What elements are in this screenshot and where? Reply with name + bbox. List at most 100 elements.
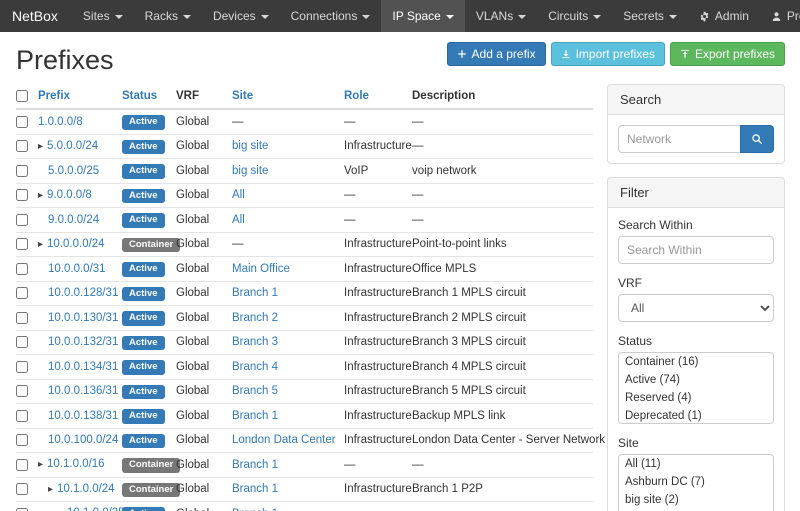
row-checkbox[interactable]	[16, 410, 28, 422]
expand-arrow-icon[interactable]: ▸	[38, 239, 43, 250]
listbox-option[interactable]: big site (2)	[619, 491, 773, 509]
listbox-option[interactable]: Container (16)	[619, 353, 773, 371]
site-cell: big site	[232, 134, 344, 159]
status-listbox[interactable]: Container (16)Active (74)Reserved (4)Dep…	[618, 352, 774, 424]
prefix-link[interactable]: 10.1.0.0/24	[57, 483, 115, 495]
row-checkbox[interactable]	[16, 165, 28, 177]
nav-item-circuits[interactable]: Circuits	[537, 0, 612, 32]
prefix-cell: 10.0.0.136/31	[38, 379, 122, 404]
search-within-input[interactable]	[618, 236, 774, 264]
prefix-link[interactable]: 5.0.0.0/25	[48, 165, 99, 177]
role-cell: Infrastructure	[344, 330, 412, 355]
column-header-role[interactable]: Role	[344, 84, 412, 109]
expand-arrow-icon[interactable]: ▸	[38, 190, 43, 201]
prefix-link[interactable]: 10.1.0.0/16	[47, 458, 105, 470]
description-cell: Point-to-point links	[412, 232, 593, 257]
status-cell: Active	[122, 281, 176, 306]
prefix-link[interactable]: 9.0.0.0/24	[48, 214, 99, 226]
prefix-link[interactable]: 10.0.100.0/24	[48, 434, 118, 446]
nav-item-connections[interactable]: Connections	[280, 0, 382, 32]
row-checkbox[interactable]	[16, 483, 28, 495]
nav-item-racks[interactable]: Racks	[134, 0, 202, 32]
column-header-status[interactable]: Status	[122, 84, 176, 109]
add-a-prefix-button[interactable]: Add a prefix	[447, 42, 546, 66]
prefix-link[interactable]: 10.0.0.136/31	[48, 385, 118, 397]
site-link[interactable]: Branch 4	[232, 361, 278, 373]
column-header-prefix[interactable]: Prefix	[38, 84, 122, 109]
row-checkbox[interactable]	[16, 140, 28, 152]
site-link[interactable]: Branch 3	[232, 336, 278, 348]
site-link[interactable]: Branch 1	[232, 459, 278, 471]
listbox-option[interactable]: Deprecated (1)	[619, 407, 773, 424]
expand-arrow-icon[interactable]: ▸	[48, 484, 53, 495]
search-submit-button[interactable]	[740, 125, 774, 153]
expand-arrow-icon[interactable]: ▸	[38, 141, 43, 152]
site-link[interactable]: Branch 1	[232, 410, 278, 422]
site-link[interactable]: big site	[232, 140, 268, 152]
row-checkbox[interactable]	[16, 263, 28, 275]
prefix-link[interactable]: 10.0.0.134/31	[48, 361, 118, 373]
prefix-link[interactable]: 9.0.0.0/8	[47, 189, 92, 201]
row-checkbox[interactable]	[16, 287, 28, 299]
prefix-link[interactable]: 5.0.0.0/24	[47, 140, 98, 152]
row-checkbox[interactable]	[16, 336, 28, 348]
row-checkbox[interactable]	[16, 189, 28, 201]
listbox-option[interactable]: Active (74)	[619, 371, 773, 389]
table-row: 1.0.0.0/8ActiveGlobal———	[16, 109, 593, 134]
site-link[interactable]: big site	[232, 165, 268, 177]
prefix-link[interactable]: 10.1.0.0/25	[67, 507, 125, 511]
row-checkbox[interactable]	[16, 434, 28, 446]
row-checkbox[interactable]	[16, 361, 28, 373]
site-link[interactable]: All	[232, 189, 245, 201]
vrf-cell: Global	[176, 428, 232, 453]
prefix-cell: ▸ 10.1.0.0/16	[38, 453, 122, 478]
prefix-link[interactable]: 10.0.0.130/31	[48, 312, 118, 324]
table-row: 10.0.0.128/31ActiveGlobalBranch 1Infrast…	[16, 281, 593, 306]
prefix-link[interactable]: 10.0.0.132/31	[48, 336, 118, 348]
nav-admin[interactable]: Admin	[688, 0, 760, 32]
page-header: Prefixes Add a prefixImport prefixesExpo…	[16, 32, 785, 84]
brand[interactable]: NetBox	[12, 0, 58, 32]
listbox-option[interactable]: All (11)	[619, 455, 773, 473]
nav-item-vlans[interactable]: VLANs	[465, 0, 537, 32]
row-checkbox[interactable]	[16, 214, 28, 226]
search-panel-title: Search	[608, 85, 784, 115]
row-checkbox[interactable]	[16, 385, 28, 397]
nav-item-label: Racks	[145, 9, 178, 23]
row-checkbox[interactable]	[16, 459, 28, 471]
nav-item-ip-space[interactable]: IP Space	[381, 0, 464, 32]
select-all-checkbox[interactable]	[16, 90, 28, 102]
nav-item-devices[interactable]: Devices	[202, 0, 280, 32]
row-checkbox[interactable]	[16, 238, 28, 250]
site-link[interactable]: Branch 1	[232, 287, 278, 299]
vrf-select[interactable]: All	[618, 294, 774, 322]
prefix-link[interactable]: 10.0.0.138/31	[48, 410, 118, 422]
site-link[interactable]: Branch 1	[232, 483, 278, 495]
site-link[interactable]: Main Office	[232, 263, 290, 275]
site-link[interactable]: Branch 2	[232, 312, 278, 324]
nav-item-secrets[interactable]: Secrets	[612, 0, 688, 32]
nav-item-sites[interactable]: Sites	[72, 0, 134, 32]
listbox-option[interactable]: Reserved (4)	[619, 389, 773, 407]
prefix-link[interactable]: 10.0.0.128/31	[48, 287, 118, 299]
import-prefixes-button[interactable]: Import prefixes	[551, 42, 665, 66]
expand-arrow-icon[interactable]: ▸	[38, 459, 43, 470]
status-cell: Active	[122, 428, 176, 453]
prefix-link[interactable]: 10.0.0.0/24	[47, 238, 105, 250]
prefix-link[interactable]: 1.0.0.0/8	[38, 116, 83, 128]
export-prefixes-button[interactable]: Export prefixes	[670, 42, 785, 66]
row-checkbox[interactable]	[16, 116, 28, 128]
nav-profile[interactable]: Profile	[760, 0, 800, 32]
site-cell: Branch 1	[232, 281, 344, 306]
listbox-option[interactable]: Ashburn DC (7)	[619, 473, 773, 491]
row-checkbox[interactable]	[16, 312, 28, 324]
status-badge: Active	[122, 385, 165, 400]
search-input[interactable]	[618, 125, 740, 153]
prefix-link[interactable]: 10.0.0.0/31	[48, 263, 106, 275]
site-link[interactable]: Branch 5	[232, 385, 278, 397]
site-link[interactable]: London Data Center	[232, 434, 336, 446]
site-link[interactable]: All	[232, 214, 245, 226]
status-cell: Active	[122, 208, 176, 233]
column-header-site[interactable]: Site	[232, 84, 344, 109]
site-listbox[interactable]: All (11)Ashburn DC (7)big site (2)Branch…	[618, 454, 774, 511]
